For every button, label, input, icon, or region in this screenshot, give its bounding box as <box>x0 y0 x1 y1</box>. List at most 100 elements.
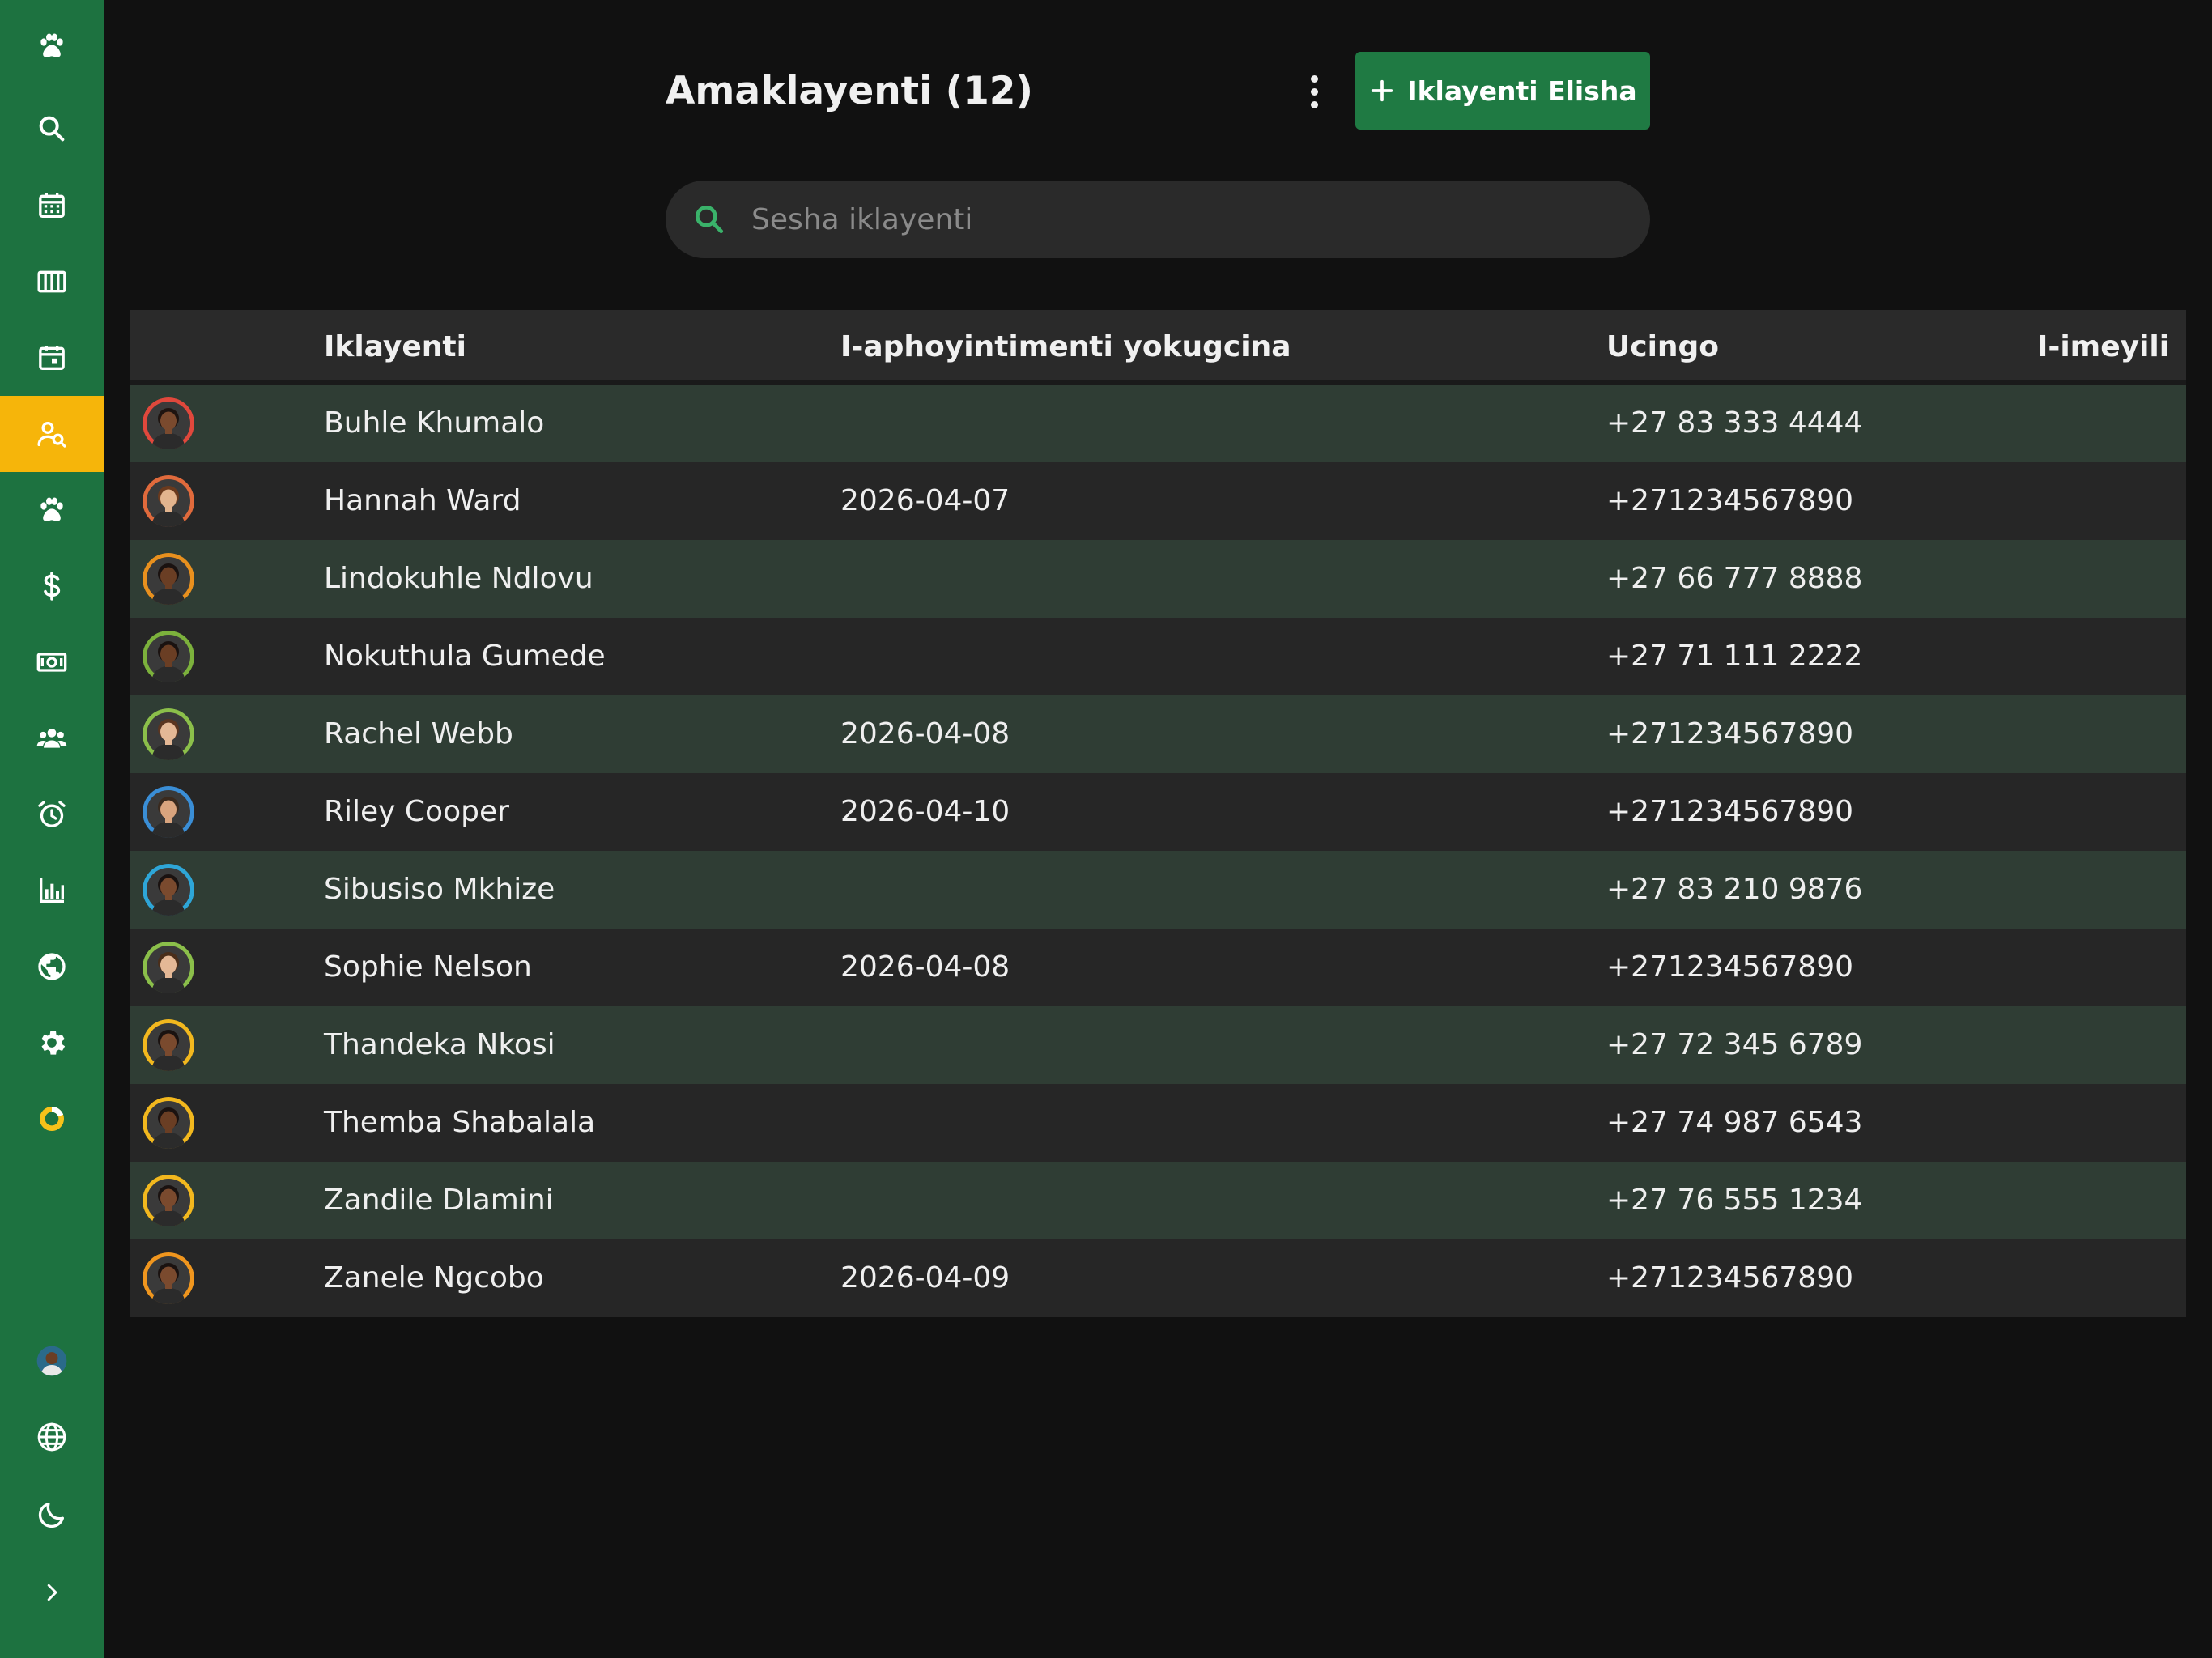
client-name[interactable]: Nokuthula Gumede <box>324 618 606 695</box>
column-header-client[interactable]: Iklayenti <box>324 310 466 385</box>
sidebar-item-language[interactable] <box>0 1399 104 1475</box>
client-name[interactable]: Thandeka Nkosi <box>324 1006 555 1084</box>
sidebar-item-clients[interactable] <box>0 396 104 472</box>
client-avatar <box>143 475 194 527</box>
dark-mode-moon-icon <box>38 1503 65 1528</box>
client-name[interactable]: Zandile Dlamini <box>324 1162 554 1239</box>
more-options-button[interactable] <box>1295 68 1333 115</box>
sidebar-item-home[interactable] <box>0 8 104 84</box>
client-avatar <box>143 864 194 916</box>
chevron-right-icon <box>47 1584 57 1601</box>
column-header-email[interactable]: I-imeyili <box>2037 310 2169 385</box>
sidebar-item-staff[interactable] <box>0 700 104 776</box>
client-name[interactable]: Hannah Ward <box>324 462 521 540</box>
client-phone: +27 72 345 6789 <box>1606 1028 1863 1061</box>
page-title: Amaklayenti (12) <box>666 69 1033 113</box>
sidebar-item-billing[interactable] <box>0 548 104 624</box>
sidebar-item-payments[interactable] <box>0 624 104 700</box>
sidebar-item-kennels[interactable] <box>0 244 104 320</box>
language-globe-icon <box>37 1422 66 1452</box>
table-row[interactable]: Nokuthula Gumede +27 71 111 2222 <box>130 618 2186 695</box>
table-header: Iklayenti I-aphoyintimenti yokugcina Uci… <box>130 310 2186 385</box>
client-name[interactable]: Sibusiso Mkhize <box>324 851 555 929</box>
sidebar-item-theme[interactable] <box>0 1477 104 1553</box>
client-avatar <box>143 786 194 838</box>
sidebar-item-online[interactable] <box>0 929 104 1005</box>
users-icon <box>36 729 67 748</box>
table-row[interactable]: Zandile Dlamini +27 76 555 1234 <box>130 1162 2186 1239</box>
column-header-phone[interactable]: Ucingo <box>1606 310 1719 385</box>
client-phone: +271234567890 <box>1606 795 1854 828</box>
add-client-button[interactable]: Iklayenti Elisha <box>1355 52 1650 130</box>
table-row[interactable]: Buhle Khumalo +27 83 333 4444 <box>130 385 2186 462</box>
sidebar-item-reports[interactable] <box>0 852 104 929</box>
client-name[interactable]: Zanele Ngcobo <box>324 1239 544 1317</box>
kebab-dot-icon <box>1310 87 1318 96</box>
last-appointment-date: 2026-04-09 <box>840 1261 1010 1295</box>
client-phone: +271234567890 <box>1606 484 1854 517</box>
search-icon <box>695 205 724 234</box>
client-avatar <box>143 397 194 449</box>
client-phone: +271234567890 <box>1606 717 1854 750</box>
client-avatar <box>143 1175 194 1226</box>
kennels-grid-icon <box>37 270 66 293</box>
last-appointment-date: 2026-04-08 <box>840 950 1010 984</box>
table-row[interactable]: Sophie Nelson 2026-04-08 +271234567890 <box>130 929 2186 1006</box>
kebab-dot-icon <box>1310 74 1318 83</box>
client-avatar <box>143 553 194 605</box>
main-content: Amaklayenti (12) Iklayenti Elisha Iklaye… <box>104 0 2212 1658</box>
client-phone: +271234567890 <box>1606 950 1854 984</box>
client-phone: +27 76 555 1234 <box>1606 1184 1863 1217</box>
dollar-icon <box>44 572 61 601</box>
cash-icon <box>36 653 67 672</box>
client-phone: +27 83 333 4444 <box>1606 406 1863 440</box>
sidebar-item-schedule[interactable] <box>0 320 104 396</box>
client-name[interactable]: Themba Shabalala <box>324 1084 595 1162</box>
ring-progress-icon <box>40 1106 64 1131</box>
client-name[interactable]: Sophie Nelson <box>324 929 532 1006</box>
globe-icon <box>38 953 66 980</box>
table-row[interactable]: Themba Shabalala +27 74 987 6543 <box>130 1084 2186 1162</box>
calendar-day-icon <box>39 346 65 370</box>
client-name[interactable]: Buhle Khumalo <box>324 385 544 462</box>
client-phone: +27 83 210 9876 <box>1606 873 1863 906</box>
sidebar-item-search[interactable] <box>0 91 104 167</box>
bar-chart-icon <box>40 878 64 903</box>
client-avatar <box>143 631 194 682</box>
client-phone: +27 74 987 6543 <box>1606 1106 1863 1139</box>
sidebar-expand-button[interactable] <box>0 1554 104 1630</box>
last-appointment-date: 2026-04-07 <box>840 484 1010 517</box>
table-row[interactable]: Sibusiso Mkhize +27 83 210 9876 <box>130 851 2186 929</box>
sidebar-item-profile[interactable] <box>0 1323 104 1399</box>
table-row[interactable]: Zanele Ngcobo 2026-04-09 +271234567890 <box>130 1239 2186 1317</box>
sidebar-item-progress[interactable] <box>0 1081 104 1157</box>
table-row[interactable]: Lindokuhle Ndlovu +27 66 777 8888 <box>130 540 2186 618</box>
search-input[interactable] <box>751 181 1626 258</box>
paw-icon <box>40 497 63 521</box>
search-bar <box>666 181 1650 258</box>
clients-table: Iklayenti I-aphoyintimenti yokugcina Uci… <box>130 310 2186 1317</box>
paw-logo-icon <box>40 33 63 57</box>
column-header-last-appointment[interactable]: I-aphoyintimenti yokugcina <box>840 310 1291 385</box>
table-row[interactable]: Hannah Ward 2026-04-07 +271234567890 <box>130 462 2186 540</box>
search-icon <box>39 116 65 142</box>
last-appointment-date: 2026-04-10 <box>840 795 1010 828</box>
table-row[interactable]: Rachel Webb 2026-04-08 +271234567890 <box>130 695 2186 773</box>
table-row[interactable]: Riley Cooper 2026-04-10 +271234567890 <box>130 773 2186 851</box>
client-phone: +27 71 111 2222 <box>1606 640 1863 673</box>
alarm-clock-icon <box>38 801 66 827</box>
user-avatar <box>36 1346 67 1376</box>
client-name[interactable]: Rachel Webb <box>324 695 513 773</box>
gear-icon <box>41 1031 66 1055</box>
client-name[interactable]: Lindokuhle Ndlovu <box>324 540 593 618</box>
client-name[interactable]: Riley Cooper <box>324 773 509 851</box>
client-phone: +271234567890 <box>1606 1261 1854 1295</box>
sidebar-item-pets[interactable] <box>0 472 104 548</box>
sidebar-item-reminders[interactable] <box>0 776 104 852</box>
client-avatar <box>143 1019 194 1071</box>
add-client-label: Iklayenti Elisha <box>1407 74 1637 107</box>
sidebar-item-calendar[interactable] <box>0 168 104 244</box>
table-row[interactable]: Thandeka Nkosi +27 72 345 6789 <box>130 1006 2186 1084</box>
sidebar-item-settings[interactable] <box>0 1005 104 1081</box>
sidebar <box>0 0 104 1658</box>
